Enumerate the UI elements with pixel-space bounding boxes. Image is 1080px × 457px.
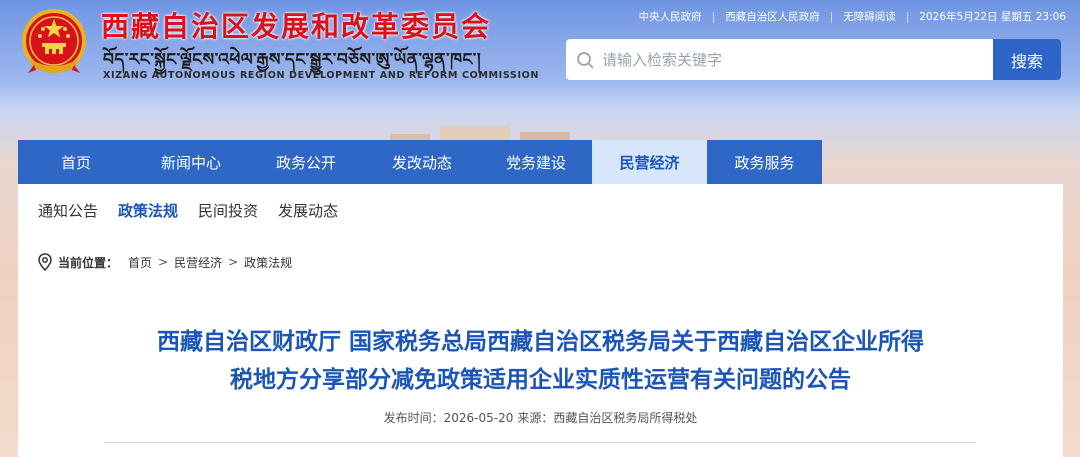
article-meta: 发布时间：2026-05-20 来源：西藏自治区税务局所得税处 xyxy=(18,409,1063,426)
national-emblem-icon[interactable] xyxy=(18,7,90,79)
subnav-item-private-investment[interactable]: 民间投资 xyxy=(198,200,258,221)
nav-item-reform-news[interactable]: 发改动态 xyxy=(364,140,480,184)
search-icon xyxy=(577,51,594,68)
title-divider xyxy=(105,442,975,443)
article-title: 西藏自治区财政厅 国家税务总局西藏自治区税务局关于西藏自治区企业所得 税地方分享… xyxy=(18,323,1063,399)
breadcrumb-item-policies[interactable]: 政策法规 xyxy=(244,254,292,271)
breadcrumb: 当前位置： 首页 > 民营经济 > 政策法规 xyxy=(38,253,292,271)
article-title-line-1: 西藏自治区财政厅 国家税务总局西藏自治区税务局关于西藏自治区企业所得 xyxy=(156,329,924,355)
sub-nav: 通知公告 政策法规 民间投资 发展动态 xyxy=(38,200,358,221)
toplink-regional-government[interactable]: 西藏自治区人民政府 xyxy=(725,9,820,24)
main-nav: 首页 新闻中心 政务公开 发改动态 党务建设 民营经济 政务服务 xyxy=(18,140,822,184)
breadcrumb-item-private-economy[interactable]: 民营经济 xyxy=(174,254,222,271)
top-links: 中央人民政府 | 西藏自治区人民政府 | 无障碍阅读 | 2026年5月22日 … xyxy=(639,9,1066,24)
source-label: 来源： xyxy=(517,411,554,425)
toplink-central-government[interactable]: 中央人民政府 xyxy=(639,9,702,24)
toplink-separator: | xyxy=(829,10,834,23)
content-panel: 通知公告 政策法规 民间投资 发展动态 当前位置： 首页 > 民营经济 > 政策… xyxy=(18,184,1063,457)
nav-item-private-economy[interactable]: 民营经济 xyxy=(592,140,707,184)
current-datetime: 2026年5月22日 星期五 23:06 xyxy=(919,11,1066,23)
site-header: 西藏自治区发展和改革委员会 བོད་རང་སྐྱོང་ལྗོངས་འཕེལ་རྒ… xyxy=(0,0,1080,105)
search-button[interactable]: 搜索 xyxy=(993,39,1061,80)
breadcrumb-label: 当前位置： xyxy=(58,255,119,270)
toplink-accessibility[interactable]: 无障碍阅读 xyxy=(843,9,896,24)
nav-item-news[interactable]: 新闻中心 xyxy=(134,140,248,184)
breadcrumb-item-home[interactable]: 首页 xyxy=(128,254,152,271)
nav-item-government-affairs[interactable]: 政务公开 xyxy=(248,140,364,184)
publish-date: 2026-05-20 xyxy=(443,411,514,425)
location-pin-icon xyxy=(38,253,52,271)
site-title: 西藏自治区发展和改革委员会 xyxy=(101,10,492,43)
english-site-title: XIZANG AUTONOMOUS REGION DEVELOPMENT AND… xyxy=(103,70,539,81)
subnav-item-development-news[interactable]: 发展动态 xyxy=(278,200,338,221)
search-placeholder: 请输入检索关键字 xyxy=(602,51,723,69)
subnav-item-notices[interactable]: 通知公告 xyxy=(38,200,98,221)
toplink-separator: | xyxy=(905,10,910,23)
toplink-separator: | xyxy=(711,10,716,23)
source-value: 西藏自治区税务局所得税处 xyxy=(553,411,698,425)
breadcrumb-separator: > xyxy=(228,255,239,269)
publish-label: 发布时间： xyxy=(383,411,444,425)
article-title-line-2: 税地方分享部分减免政策适用企业实质性运营有关问题的公告 xyxy=(230,367,851,393)
breadcrumb-separator: > xyxy=(158,255,169,269)
nav-item-home[interactable]: 首页 xyxy=(18,140,134,184)
nav-item-party-building[interactable]: 党务建设 xyxy=(480,140,592,184)
nav-item-government-services[interactable]: 政务服务 xyxy=(707,140,822,184)
search-input[interactable]: 请输入检索关键字 xyxy=(566,39,993,80)
subnav-item-policies[interactable]: 政策法规 xyxy=(118,200,178,221)
